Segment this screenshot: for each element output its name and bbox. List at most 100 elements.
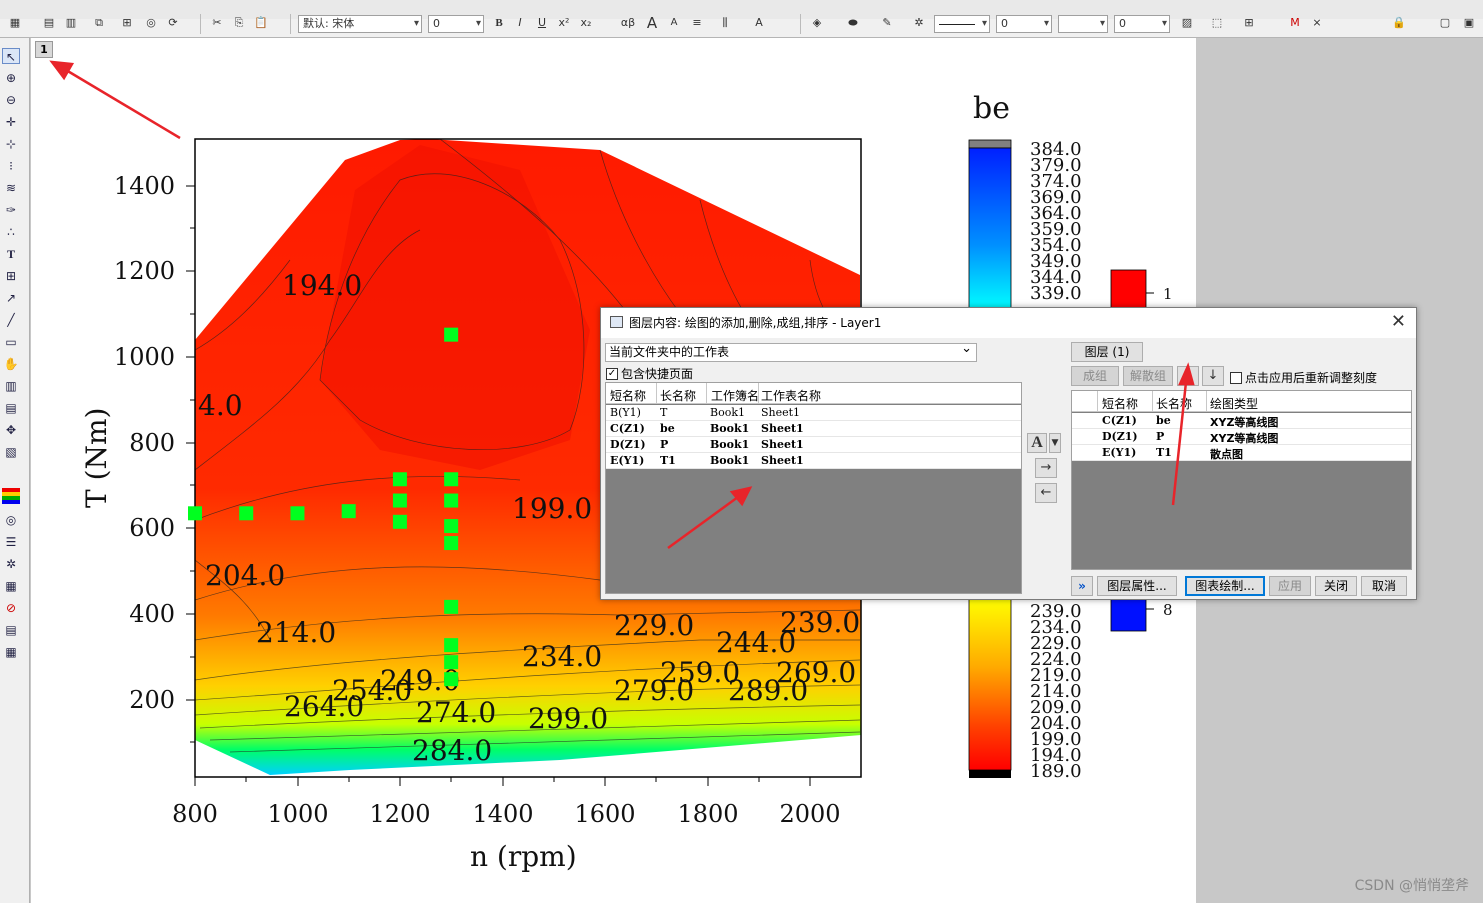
scatter-point (188, 506, 202, 521)
legend-swatch-top[interactable] (1110, 269, 1147, 309)
colorbar-bottom-cap (969, 770, 1011, 778)
layer-button[interactable]: 图层 (1) (1071, 342, 1143, 362)
y-ticks: 200 400 600 800 1000 1200 1400 (114, 172, 175, 714)
move-up-button[interactable]: ↑ (1177, 366, 1199, 386)
group-button[interactable]: 成组 (1071, 366, 1119, 386)
table-row[interactable]: E(Y1) T1 散点图 (1072, 445, 1411, 461)
dialog-title: 图层内容: 绘图的添加,删除,成组,排序 - Layer1 (629, 316, 882, 330)
x-tick-label: 1000 (267, 800, 328, 828)
check-icon: ✓ (606, 367, 618, 380)
layer-plots-table[interactable]: 短名称 长名称 绘图类型 C(Z1) be XYZ等高线图 D(Z1) P XYZ等… (1071, 390, 1412, 570)
x-ticks: 800 1000 1200 1400 1600 1800 2000 (172, 800, 840, 828)
apply-button[interactable]: 应用 (1269, 576, 1311, 596)
y-tick-label: 1200 (114, 257, 175, 285)
contour-label: 204.0 (205, 559, 285, 592)
source-select[interactable]: 当前文件夹中的工作表 (605, 340, 977, 362)
include-shortcut-checkbox[interactable]: ✓ 包含快捷页面 (606, 365, 693, 382)
y-tick-label: 200 (129, 686, 175, 714)
contour-label: 194.0 (282, 269, 362, 302)
scatter-point (444, 472, 459, 487)
table-row[interactable]: B(Y1) T Book1 Sheet1 (606, 405, 1021, 421)
table-header: 短名称 长名称 工作簿名 工作表名称 (606, 383, 1021, 404)
scatter-point (392, 493, 407, 508)
font-button[interactable]: A (1027, 433, 1047, 453)
scatter-point (444, 327, 459, 342)
scatter-point (392, 514, 407, 529)
table-row[interactable]: E(Y1) T1 Book1 Sheet1 (606, 453, 1021, 469)
colorbar-title: be (973, 91, 1010, 126)
col-header[interactable]: 短名称 (1102, 395, 1138, 412)
contour-label: 289.0 (728, 674, 808, 707)
close-button[interactable]: 关闭 (1315, 576, 1357, 596)
colorbar-top-cap (968, 139, 1012, 149)
contour-label: 4.0 (198, 389, 243, 422)
contour-label: 229.0 (614, 609, 694, 642)
dialog-titlebar[interactable]: 图层内容: 绘图的添加,删除,成组,排序 - Layer1 ✕ (601, 308, 1416, 338)
col-header[interactable]: 绘图类型 (1210, 395, 1258, 412)
legend-label-top: 1 (1163, 285, 1173, 303)
scatter-point (444, 493, 459, 508)
scatter-point (444, 638, 459, 653)
annotation-arrows (49, 60, 181, 140)
contour-label: 299.0 (528, 702, 608, 735)
rescale-label: 点击应用后重新调整刻度 (1245, 371, 1378, 385)
col-header[interactable]: 长名称 (1156, 395, 1192, 412)
colorbar-upper[interactable] (968, 147, 1012, 311)
col-header[interactable]: 长名称 (660, 387, 696, 404)
y-tick-label: 600 (129, 514, 175, 542)
y-tick-label: 1000 (114, 343, 175, 371)
contour-label: 234.0 (522, 640, 602, 673)
table-header: 短名称 长名称 绘图类型 (1072, 391, 1411, 412)
contour-label: 279.0 (614, 674, 694, 707)
colorbar-lower[interactable] (968, 597, 1012, 771)
colorbar-labels-lower: 239.0 234.0 229.0 224.0 219.0 214.0 209.… (1030, 601, 1082, 782)
watermark: CSDN @悄悄垄斧 (1354, 878, 1469, 894)
contour-label: 199.0 (512, 492, 592, 525)
dialog-window-icon (610, 316, 623, 328)
table-row[interactable]: D(Z1) P XYZ等高线图 (1072, 429, 1411, 445)
col-header[interactable]: 工作簿名 (711, 387, 759, 404)
col-header[interactable]: 工作表名称 (761, 387, 821, 404)
scatter-point (239, 506, 254, 521)
layer-contents-dialog: 图层内容: 绘图的添加,删除,成组,排序 - Layer1 ✕ 当前文件夹中的工… (600, 307, 1417, 600)
legend-swatch-bottom[interactable] (1110, 597, 1147, 632)
y-tick-label: 400 (129, 600, 175, 628)
rescale-checkbox[interactable]: 点击应用后重新调整刻度 (1230, 369, 1377, 386)
expand-button[interactable]: » (1071, 576, 1093, 596)
x-axis-label: n (rpm) (470, 840, 577, 873)
table-row[interactable]: D(Z1) P Book1 Sheet1 (606, 437, 1021, 453)
col-header[interactable]: 短名称 (610, 387, 646, 404)
move-down-button[interactable]: ↓ (1202, 366, 1224, 386)
y-tick-label: 800 (129, 429, 175, 457)
close-icon[interactable]: ✕ (1391, 311, 1406, 333)
scatter-point (444, 519, 459, 534)
scatter-point (290, 506, 305, 521)
scatter-point (444, 655, 459, 670)
y-tick-label: 1400 (114, 172, 175, 200)
ungroup-button[interactable]: 解散组 (1123, 366, 1173, 386)
scatter-point (341, 504, 356, 519)
add-to-layer-button[interactable]: → (1035, 458, 1057, 478)
cancel-button[interactable]: 取消 (1361, 576, 1407, 596)
x-tick-label: 1400 (472, 800, 533, 828)
scatter-point (444, 672, 459, 687)
chevron-down-icon[interactable]: ▼ (1049, 433, 1061, 453)
available-datasets-table[interactable]: 短名称 长名称 工作簿名 工作表名称 B(Y1) T Book1 Sheet1 C(… (605, 382, 1022, 594)
colorbar-label: 339.0 (1030, 283, 1082, 304)
scatter-point (444, 599, 459, 614)
contour-label: 274.0 (416, 696, 496, 729)
contour-label: 239.0 (780, 606, 860, 639)
remove-from-layer-button[interactable]: ← (1035, 483, 1057, 503)
layer-properties-button[interactable]: 图层属性... (1097, 576, 1177, 596)
plot-setup-button[interactable]: 图表绘制... (1185, 576, 1265, 596)
colorbar-label: 189.0 (1030, 761, 1082, 782)
x-tick-label: 1600 (574, 800, 635, 828)
contour-label: 214.0 (256, 616, 336, 649)
x-tick-label: 1800 (677, 800, 738, 828)
table-row[interactable]: C(Z1) be Book1 Sheet1 (606, 421, 1021, 437)
contour-label: 284.0 (412, 734, 492, 767)
table-row[interactable]: C(Z1) be XYZ等高线图 (1072, 413, 1411, 429)
y-axis-label: T (Nm) (80, 408, 113, 508)
scatter-point (392, 472, 407, 487)
x-tick-label: 1200 (369, 800, 430, 828)
